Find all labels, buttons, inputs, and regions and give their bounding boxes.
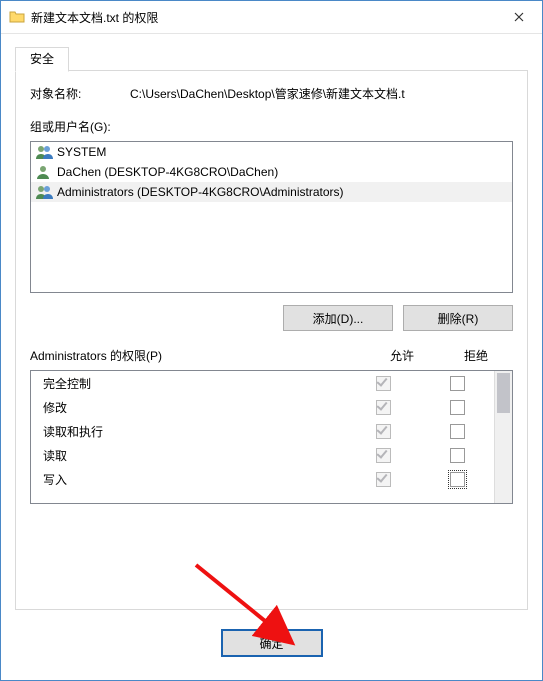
allow-checkbox[interactable]: [376, 448, 391, 463]
list-item[interactable]: DaChen (DESKTOP-4KG8CRO\DaChen): [31, 162, 512, 182]
groups-button-row: 添加(D)... 删除(R): [30, 305, 513, 331]
permissions-header: Administrators 的权限(P): [30, 347, 365, 364]
object-row: 对象名称: C:\Users\DaChen\Desktop\管家速修\新建文本文…: [30, 85, 513, 102]
list-item[interactable]: SYSTEM: [31, 142, 512, 162]
column-allow: 允许: [365, 347, 439, 364]
scrollbar-thumb[interactable]: [497, 373, 510, 413]
user-icon: [35, 164, 55, 180]
permission-row: 修改: [31, 395, 494, 419]
column-deny: 拒绝: [439, 347, 513, 364]
close-button[interactable]: [496, 1, 542, 33]
deny-checkbox[interactable]: [450, 376, 465, 391]
permission-row: 读取和执行: [31, 419, 494, 443]
dialog-body: 安全 对象名称: C:\Users\DaChen\Desktop\管家速修\新建…: [15, 47, 528, 666]
deny-checkbox[interactable]: [450, 400, 465, 415]
permission-row: 读取: [31, 443, 494, 467]
permissions-header-row: Administrators 的权限(P) 允许 拒绝: [30, 347, 513, 364]
list-item[interactable]: Administrators (DESKTOP-4KG8CRO\Administ…: [31, 182, 512, 202]
object-label: 对象名称:: [30, 85, 130, 102]
permission-name: 写入: [43, 471, 346, 488]
object-value: C:\Users\DaChen\Desktop\管家速修\新建文本文档.t: [130, 85, 513, 102]
permission-name: 读取: [43, 447, 346, 464]
folder-icon: [9, 9, 25, 25]
allow-checkbox[interactable]: [376, 376, 391, 391]
list-item-label: SYSTEM: [57, 145, 106, 159]
remove-button[interactable]: 删除(R): [403, 305, 513, 331]
permission-name: 完全控制: [43, 375, 346, 392]
footer: 确定: [15, 620, 528, 666]
allow-checkbox[interactable]: [376, 424, 391, 439]
deny-checkbox[interactable]: [450, 472, 465, 487]
allow-checkbox[interactable]: [376, 472, 391, 487]
list-item-label: DaChen (DESKTOP-4KG8CRO\DaChen): [57, 165, 278, 179]
deny-checkbox[interactable]: [450, 424, 465, 439]
window-title: 新建文本文档.txt 的权限: [31, 9, 496, 26]
tab-security[interactable]: 安全: [15, 47, 69, 72]
users-icon: [35, 144, 55, 160]
permissions-listbox: 完全控制修改读取和执行读取写入: [30, 370, 513, 504]
permission-name: 修改: [43, 399, 346, 416]
tab-strip: 安全: [15, 47, 528, 71]
permissions-dialog: 新建文本文档.txt 的权限 安全 对象名称: C:\Users\DaChen\…: [0, 0, 543, 681]
allow-checkbox[interactable]: [376, 400, 391, 415]
titlebar: 新建文本文档.txt 的权限: [1, 1, 542, 34]
permission-row: 写入: [31, 467, 494, 491]
add-button[interactable]: 添加(D)...: [283, 305, 393, 331]
permission-row: 完全控制: [31, 371, 494, 395]
deny-checkbox[interactable]: [450, 448, 465, 463]
list-item-label: Administrators (DESKTOP-4KG8CRO\Administ…: [57, 185, 344, 199]
users-icon: [35, 184, 55, 200]
groups-label: 组或用户名(G):: [30, 118, 513, 135]
tab-page-security: 对象名称: C:\Users\DaChen\Desktop\管家速修\新建文本文…: [15, 70, 528, 610]
ok-button[interactable]: 确定: [221, 629, 323, 657]
scrollbar[interactable]: [494, 371, 512, 503]
groups-listbox[interactable]: SYSTEM DaChen (DESKTOP-4KG8CRO\DaChen) Adm…: [30, 141, 513, 293]
permission-name: 读取和执行: [43, 423, 346, 440]
